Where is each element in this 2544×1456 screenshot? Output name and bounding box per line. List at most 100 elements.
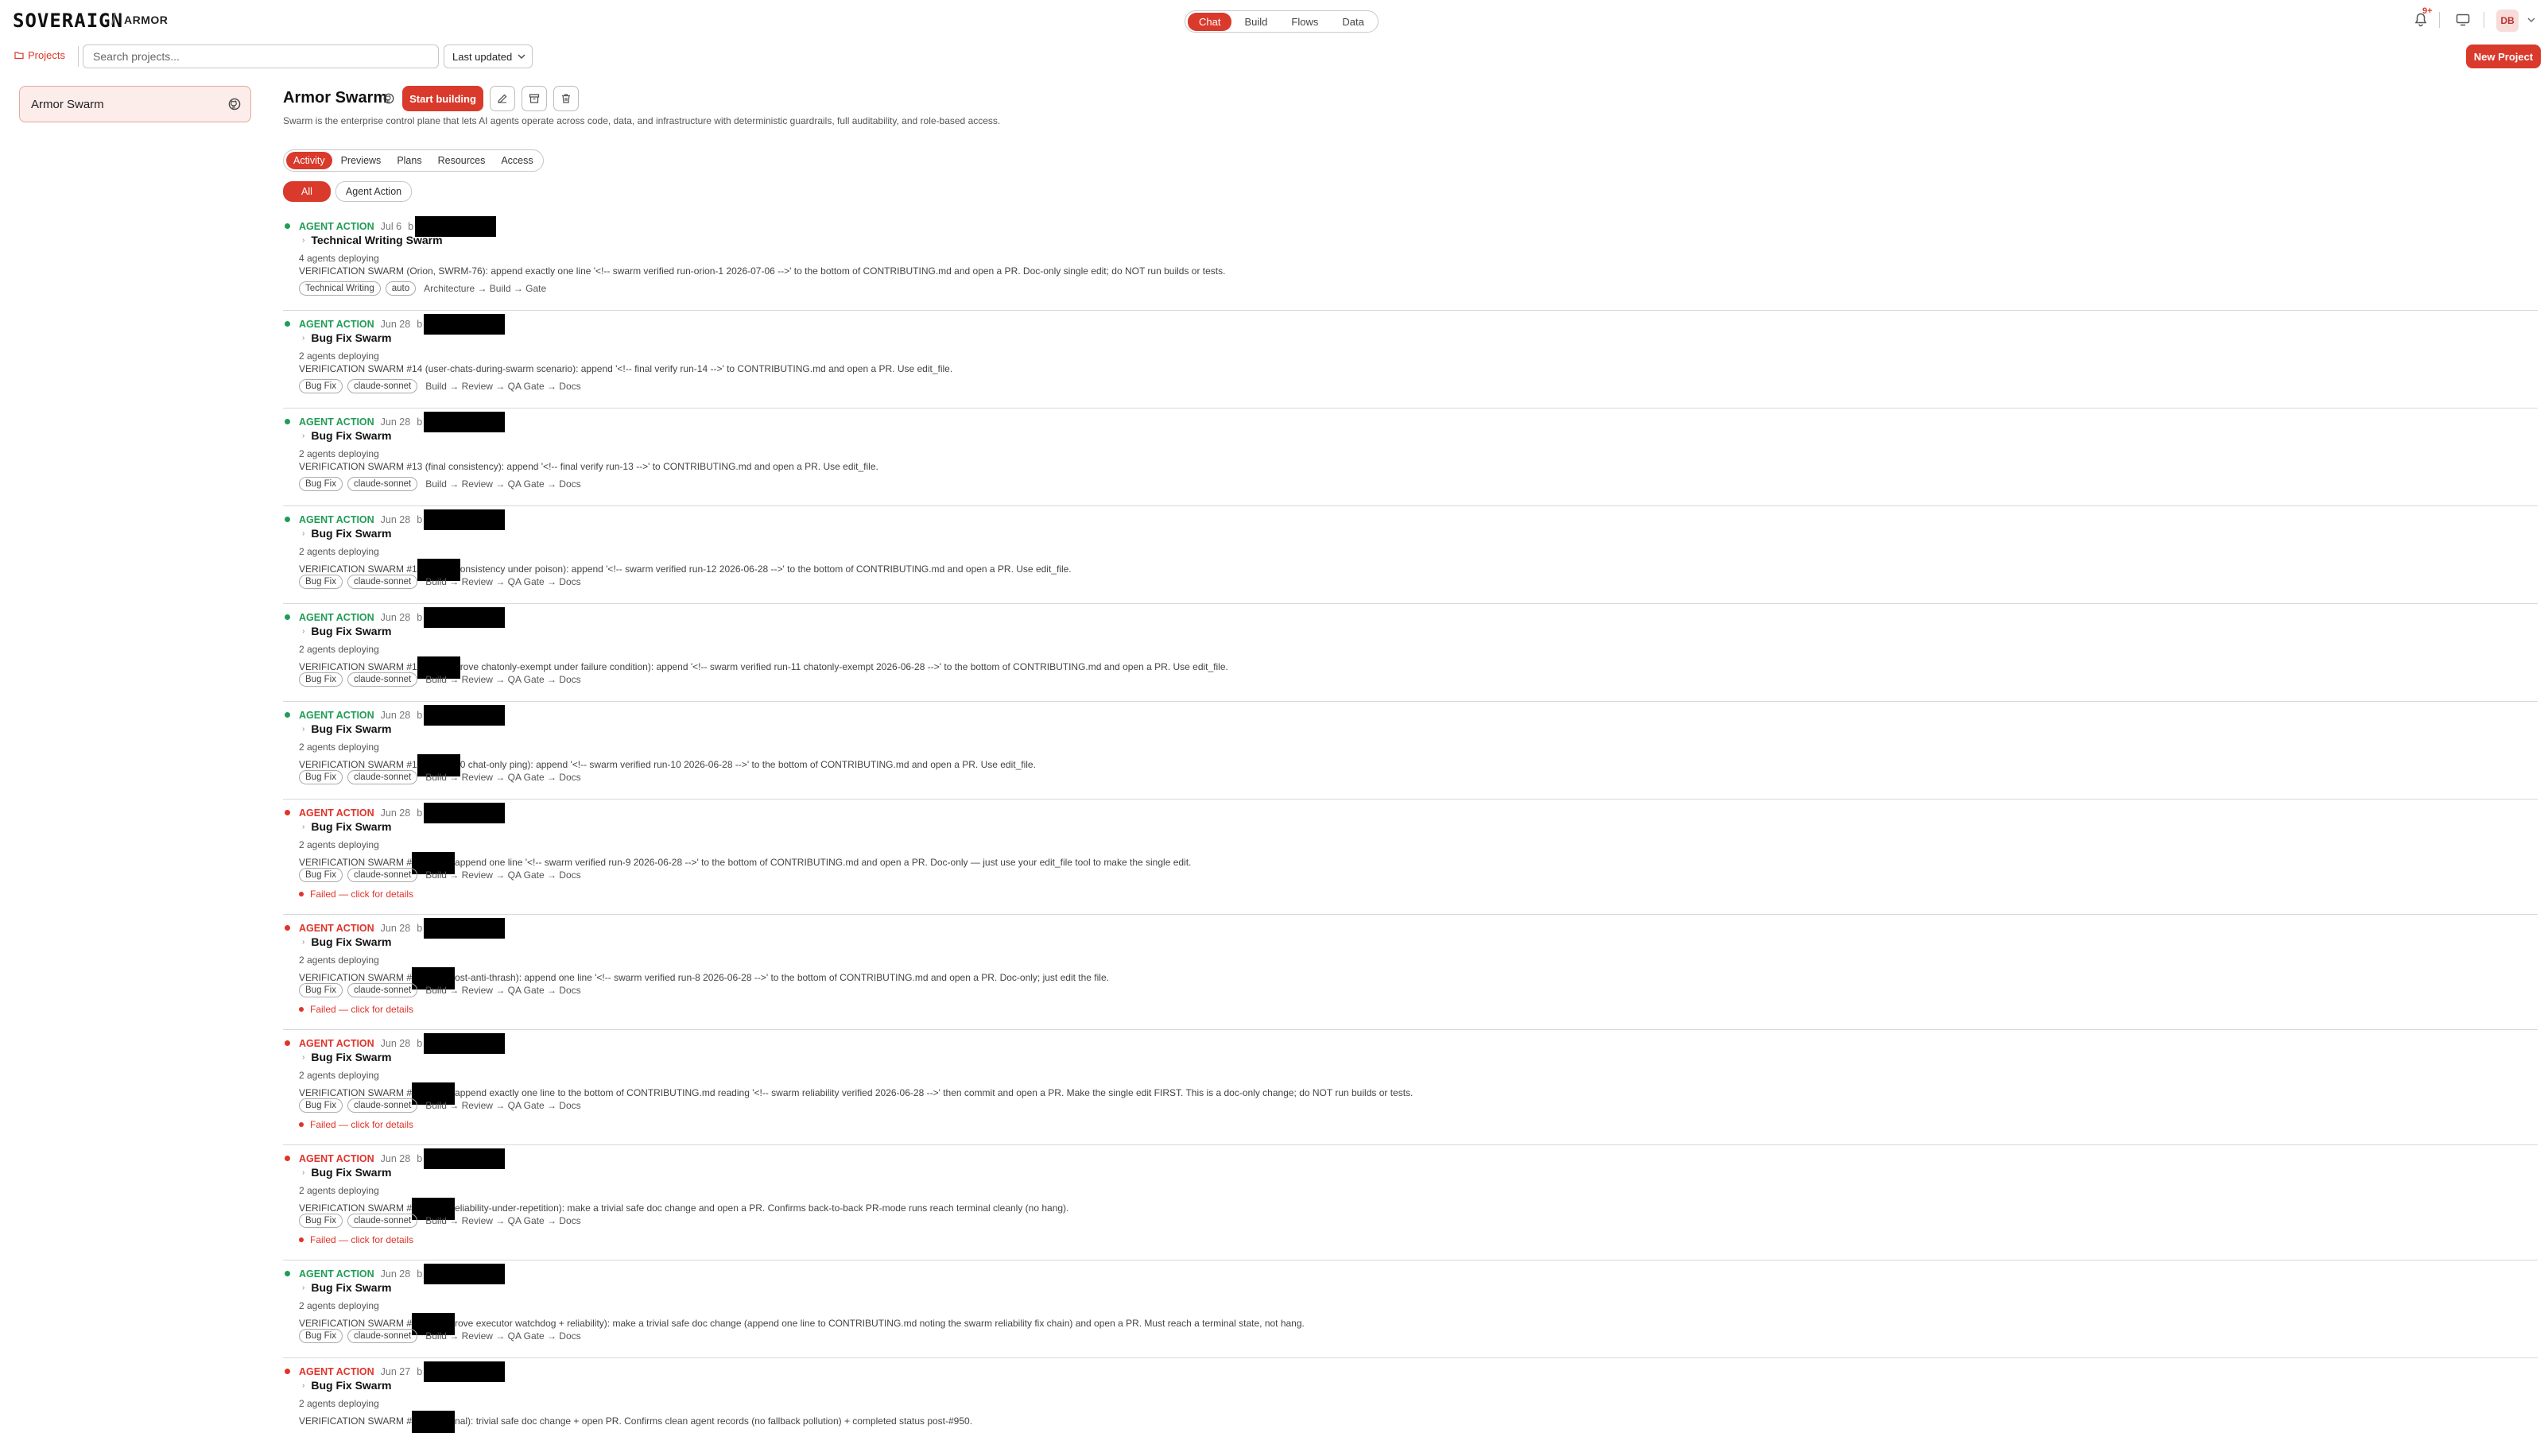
activity-item[interactable]: AGENT ACTION Jun 28 b › Bug Fix Swarm 2 agent… xyxy=(283,506,2538,604)
swarm-tags: Bug Fix claude-sonnet Build → Review → QA … xyxy=(299,1329,581,1343)
activity-kind: AGENT ACTION xyxy=(299,923,374,934)
swarm-title-row[interactable]: › Bug Fix Swarm xyxy=(302,1166,391,1179)
chevron-right-icon[interactable]: › xyxy=(302,334,304,343)
swarm-title-row[interactable]: › Bug Fix Swarm xyxy=(302,935,391,948)
swarm-title-row[interactable]: › Bug Fix Swarm xyxy=(302,820,391,833)
delete-button[interactable] xyxy=(553,86,579,111)
activity-item[interactable]: AGENT ACTION Jun 27 b › Bug Fix Swarm 2 agent… xyxy=(283,1358,2538,1456)
new-project-button[interactable]: New Project xyxy=(2466,45,2541,68)
mode-build[interactable]: Build xyxy=(1233,13,1278,31)
model-chip: claude-sonnet xyxy=(347,477,418,491)
activity-author-prefix: b xyxy=(417,710,423,721)
github-icon[interactable] xyxy=(382,91,396,106)
activity-date: Jun 28 xyxy=(380,1268,411,1280)
chevron-right-icon[interactable]: › xyxy=(302,529,304,538)
mode-data[interactable]: Data xyxy=(1331,13,1375,31)
search-input[interactable] xyxy=(83,45,439,68)
swarm-title-row[interactable]: › Bug Fix Swarm xyxy=(302,1051,391,1063)
tab-previews[interactable]: Previews xyxy=(334,152,389,169)
swarm-title-row[interactable]: › Bug Fix Swarm xyxy=(302,527,391,540)
chevron-right-icon[interactable]: › xyxy=(302,725,304,734)
activity-item[interactable]: AGENT ACTION Jun 28 b › Bug Fix Swarm 2 agent… xyxy=(283,915,2538,1030)
activity-author-prefix: b xyxy=(417,514,423,525)
tab-access[interactable]: Access xyxy=(494,152,540,169)
model-chip: auto xyxy=(385,281,417,296)
failed-details-text: Failed — click for details xyxy=(310,1004,414,1015)
mode-flows[interactable]: Flows xyxy=(1280,13,1329,31)
chevron-right-icon[interactable]: › xyxy=(302,938,304,947)
sort-select[interactable]: Last updated xyxy=(444,45,533,68)
activity-item[interactable]: AGENT ACTION Jun 28 b › Bug Fix Swarm 2 agent… xyxy=(283,1030,2538,1145)
failed-details-link[interactable]: Failed — click for details xyxy=(299,1234,413,1245)
swarm-title-row[interactable]: › Technical Writing Swarm xyxy=(302,234,443,246)
swarm-type-chip: Bug Fix xyxy=(299,1214,343,1228)
swarm-title-row[interactable]: › Bug Fix Swarm xyxy=(302,722,391,735)
chevron-right-icon[interactable]: › xyxy=(302,1381,304,1390)
activity-kind: AGENT ACTION xyxy=(299,514,374,525)
activity-filters: All Agent Action xyxy=(283,181,413,202)
failed-details-link[interactable]: Failed — click for details xyxy=(299,889,413,900)
swarm-type-chip: Bug Fix xyxy=(299,868,343,882)
tab-resources[interactable]: Resources xyxy=(431,152,493,169)
breadcrumb-separator: / xyxy=(111,11,116,29)
chevron-right-icon[interactable]: › xyxy=(302,627,304,636)
activity-item[interactable]: AGENT ACTION Jun 28 b › Bug Fix Swarm 2 agent… xyxy=(283,702,2538,800)
filter-all[interactable]: All xyxy=(283,181,331,202)
app-logo[interactable]: SOVERAIGN xyxy=(13,10,123,32)
chevron-right-icon[interactable]: › xyxy=(302,1284,304,1292)
chevron-right-icon[interactable]: › xyxy=(302,1168,304,1177)
start-building-button[interactable]: Start building xyxy=(402,86,483,111)
status-dot xyxy=(285,1040,290,1046)
swarm-title-row[interactable]: › Bug Fix Swarm xyxy=(302,331,391,344)
failed-details-link[interactable]: Failed — click for details xyxy=(299,1004,413,1015)
agents-count: 2 agents deploying xyxy=(299,546,379,557)
activity-date: Jun 28 xyxy=(380,710,411,721)
tab-plans[interactable]: Plans xyxy=(390,152,429,169)
mode-chat[interactable]: Chat xyxy=(1188,12,1232,31)
chevron-right-icon[interactable]: › xyxy=(302,432,304,440)
activity-date: Jun 28 xyxy=(380,319,411,330)
activity-kind: AGENT ACTION xyxy=(299,710,374,721)
activity-item[interactable]: AGENT ACTION Jun 28 b › Bug Fix Swarm 2 agent… xyxy=(283,1145,2538,1260)
redacted-author xyxy=(424,1148,506,1169)
activity-item[interactable]: AGENT ACTION Jul 6 b › Technical Writing Swa… xyxy=(283,213,2538,311)
description-text: VERIFICATION SWARM #1 xyxy=(299,759,417,771)
failed-details-link[interactable]: Failed — click for details xyxy=(299,1119,413,1130)
tab-activity[interactable]: Activity xyxy=(286,152,332,169)
redacted-author xyxy=(424,509,506,530)
agents-count: 2 agents deploying xyxy=(299,742,379,753)
chevron-right-icon[interactable]: › xyxy=(302,236,304,245)
swarm-title-row[interactable]: › Bug Fix Swarm xyxy=(302,1379,391,1392)
status-dot xyxy=(285,419,290,424)
swarm-title-row[interactable]: › Bug Fix Swarm xyxy=(302,625,391,637)
breadcrumb[interactable]: ARMOR xyxy=(124,14,168,26)
monitor-icon[interactable] xyxy=(2453,11,2472,29)
agents-count: 2 agents deploying xyxy=(299,644,379,655)
swarm-title-row[interactable]: › Bug Fix Swarm xyxy=(302,1281,391,1294)
projects-nav-link[interactable]: Projects xyxy=(14,49,65,61)
activity-item[interactable]: AGENT ACTION Jun 28 b › Bug Fix Swarm 2 agent… xyxy=(283,604,2538,702)
edit-button[interactable] xyxy=(490,86,515,111)
swarm-title-row[interactable]: › Bug Fix Swarm xyxy=(302,429,391,442)
divider xyxy=(78,46,79,67)
sidebar-project-item[interactable]: Armor Swarm xyxy=(19,86,251,122)
description-text: VERIFICATION SWARM # xyxy=(299,1318,413,1330)
chevron-down-icon[interactable] xyxy=(2525,13,2538,27)
swarm-tags: Bug Fix claude-sonnet Build → Review → QA … xyxy=(299,575,581,589)
chevron-right-icon[interactable]: › xyxy=(302,823,304,831)
activity-item[interactable]: AGENT ACTION Jun 28 b › Bug Fix Swarm 2 agent… xyxy=(283,311,2538,409)
activity-item[interactable]: AGENT ACTION Jun 28 b › Bug Fix Swarm 2 agent… xyxy=(283,1260,2538,1358)
archive-button[interactable] xyxy=(522,86,547,111)
project-description: Swarm is the enterprise control plane th… xyxy=(283,115,1001,126)
filter-agent-action[interactable]: Agent Action xyxy=(335,181,413,202)
redacted-author xyxy=(424,314,506,335)
swarm-tags: Bug Fix claude-sonnet Build → Review → QA … xyxy=(299,477,581,491)
swarm-description: VERIFICATION SWARM #13 (final consistenc… xyxy=(299,461,878,472)
description-text-continued: 0 chat-only ping): append '<!-- swarm ve… xyxy=(460,759,1036,771)
chevron-right-icon[interactable]: › xyxy=(302,1053,304,1062)
avatar[interactable]: DB xyxy=(2496,10,2519,32)
activity-item[interactable]: AGENT ACTION Jun 28 b › Bug Fix Swarm 2 agent… xyxy=(283,409,2538,506)
pipeline-stages: Build → Review → QA Gate → Docs xyxy=(425,869,581,881)
agents-count: 2 agents deploying xyxy=(299,350,379,362)
activity-item[interactable]: AGENT ACTION Jun 28 b › Bug Fix Swarm 2 agent… xyxy=(283,800,2538,915)
